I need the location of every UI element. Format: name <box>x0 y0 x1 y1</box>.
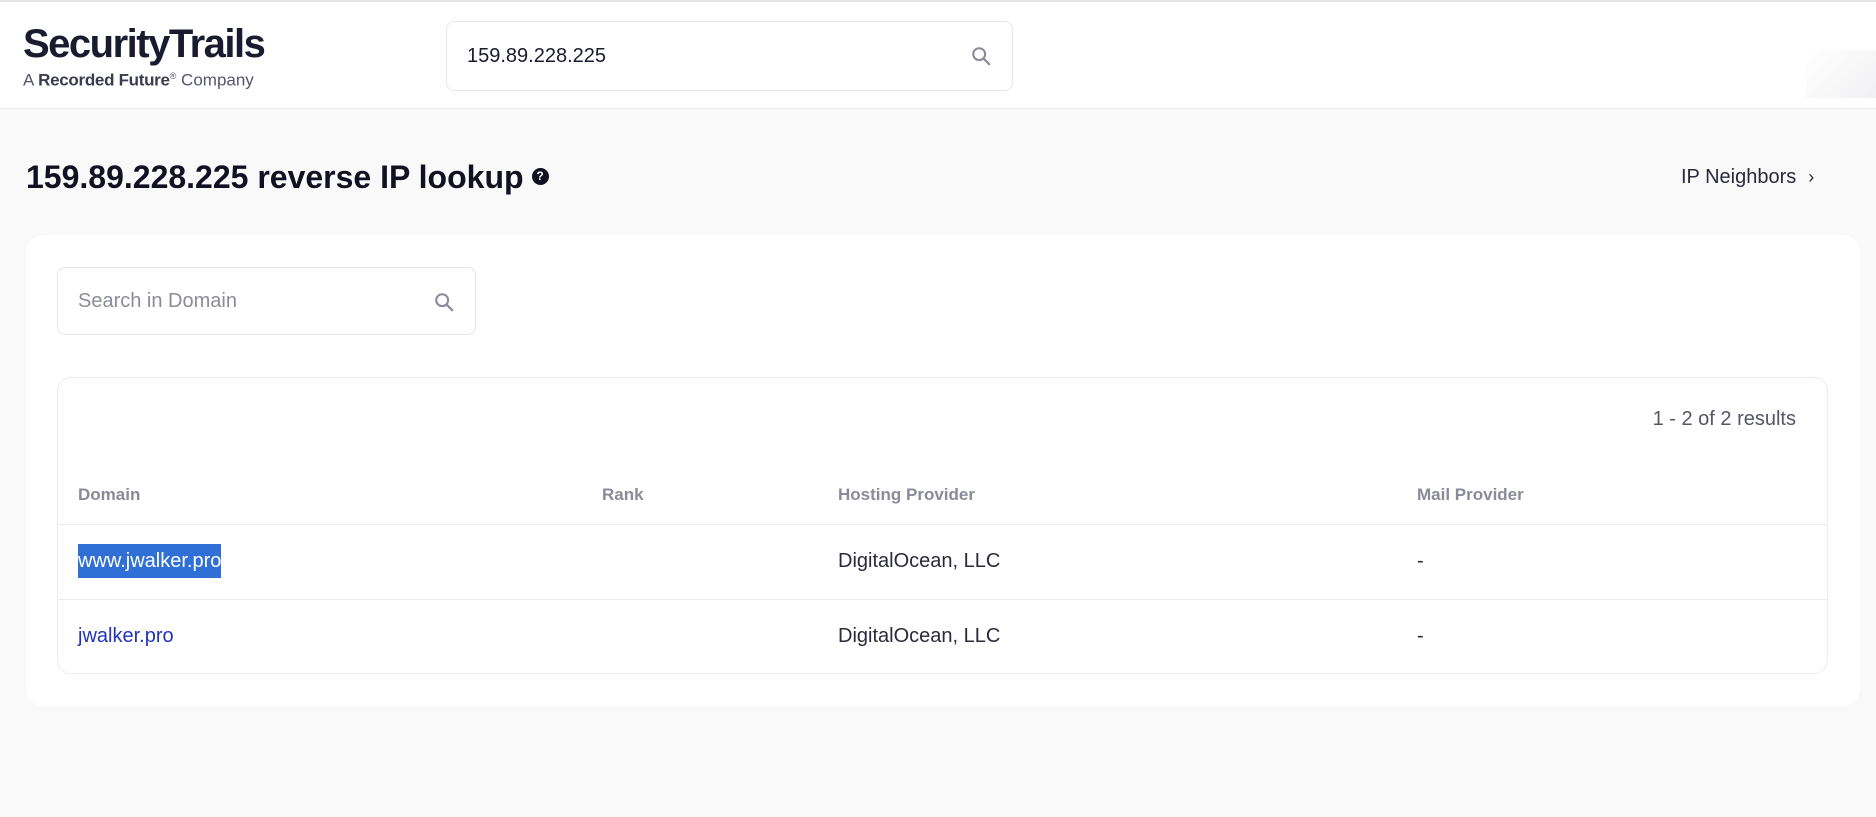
help-icon[interactable]: ? <box>531 168 549 186</box>
search-icon[interactable] <box>433 291 455 313</box>
global-search-input[interactable] <box>467 22 947 90</box>
logo-tagline: A Recorded Future® Company <box>23 66 264 91</box>
logo-wordmark: SecurityTrails <box>23 22 266 66</box>
mail-provider-cell: - <box>1417 625 1424 648</box>
table-row: jwalker.pro DigitalOcean, LLC - <box>58 599 1827 673</box>
table-row: www.jwalker.pro DigitalOcean, LLC - <box>58 524 1827 600</box>
mail-provider-cell: - <box>1397 524 1827 600</box>
ip-neighbors-label: IP Neighbors <box>1681 166 1797 188</box>
logo-prefix: A <box>23 70 34 90</box>
domain-cell: jwalker.pro <box>58 599 582 673</box>
domain-link[interactable]: www.jwalker.pro <box>78 544 222 578</box>
results-card: 1 - 2 of 2 results Domain Rank Hosting P… <box>26 235 1860 706</box>
site-header: SecurityTrails A Recorded Future® Compan… <box>0 2 1876 109</box>
domain-link[interactable]: jwalker.pro <box>78 625 174 647</box>
logo-brand: Recorded Future <box>38 70 170 90</box>
table-header-row: Domain Rank Hosting Provider Mail Provid… <box>58 466 1827 525</box>
search-icon[interactable] <box>970 45 992 67</box>
page-title: 159.89.228.225 reverse IP lookup? <box>26 157 549 197</box>
rank-cell <box>582 524 818 600</box>
hosting-provider-cell: DigitalOcean, LLC <box>838 625 1001 648</box>
rank-cell <box>582 599 818 673</box>
column-header-hosting-provider[interactable]: Hosting Provider <box>818 466 1397 525</box>
account-menu-edge[interactable] <box>1806 50 1876 98</box>
domain-search-box <box>57 267 476 335</box>
logo-registered: ® <box>169 71 177 81</box>
results-table-container: 1 - 2 of 2 results Domain Rank Hosting P… <box>57 377 1828 674</box>
ip-neighbors-link[interactable]: IP Neighbors › <box>1681 164 1814 190</box>
domain-search-input[interactable] <box>78 268 418 334</box>
page-title-text: 159.89.228.225 reverse IP lookup <box>26 159 524 195</box>
chevron-right-icon: › <box>1808 167 1815 187</box>
results-count: 1 - 2 of 2 results <box>1652 408 1796 430</box>
column-header-mail-provider[interactable]: Mail Provider <box>1397 466 1827 525</box>
column-header-rank[interactable]: Rank <box>582 466 818 525</box>
column-header-domain[interactable]: Domain <box>58 466 582 525</box>
hosting-provider-cell: DigitalOcean, LLC <box>818 524 1397 600</box>
securitytrails-logo[interactable]: SecurityTrails A Recorded Future® Compan… <box>23 22 266 91</box>
logo-suffix: Company <box>181 70 254 90</box>
global-search-box <box>446 21 1013 91</box>
domain-cell: www.jwalker.pro <box>58 524 582 600</box>
results-table: Domain Rank Hosting Provider Mail Provid… <box>58 466 1827 673</box>
